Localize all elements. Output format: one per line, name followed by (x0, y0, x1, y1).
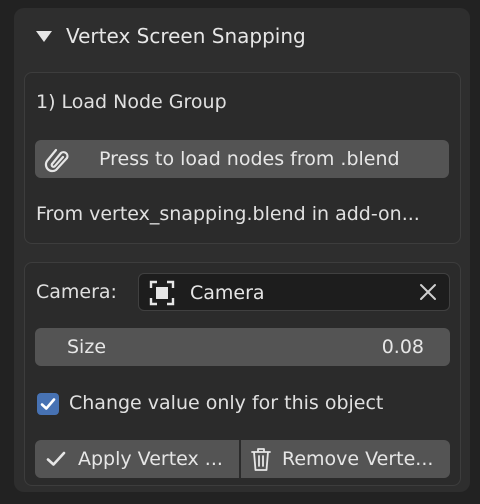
load-info-text: From vertex_snapping.blend in add-on... (36, 203, 420, 225)
apply-vertex-button[interactable]: Apply Vertex ... (35, 440, 239, 478)
load-section-heading: 1) Load Node Group (36, 91, 227, 113)
settings-box: Camera: Camera Size 0.08 Change value on… (24, 262, 461, 486)
camera-field-value: Camera (190, 282, 265, 304)
remove-vertex-button-label: Remove Verte... (282, 448, 434, 470)
change-value-checkbox-label[interactable]: Change value only for this object (69, 392, 383, 414)
size-value: 0.08 (381, 336, 424, 358)
apply-vertex-button-label: Apply Vertex ... (78, 448, 223, 470)
camera-field[interactable]: Camera (138, 273, 450, 311)
load-node-group-box: 1) Load Node Group Press to load nodes f… (24, 72, 461, 244)
camera-object-icon (149, 280, 175, 306)
panel-title: Vertex Screen Snapping (66, 24, 306, 48)
load-nodes-button[interactable]: Press to load nodes from .blend (35, 140, 449, 178)
close-x-icon[interactable] (418, 282, 438, 302)
trash-icon (251, 448, 271, 471)
size-label: Size (67, 336, 107, 358)
remove-vertex-button[interactable]: Remove Verte... (241, 440, 450, 478)
checkmark-icon (46, 451, 66, 466)
size-number-field[interactable]: Size 0.08 (35, 328, 450, 366)
panel-header[interactable]: Vertex Screen Snapping (14, 8, 470, 66)
load-nodes-button-label: Press to load nodes from .blend (99, 148, 400, 170)
paperclip-icon (44, 148, 69, 173)
change-value-checkbox[interactable] (37, 393, 59, 415)
disclosure-triangle-down-icon[interactable] (36, 31, 52, 42)
checkmark-icon (40, 398, 56, 410)
vertex-screen-snapping-panel: Vertex Screen Snapping 1) Load Node Grou… (14, 8, 470, 492)
camera-label: Camera: (36, 281, 117, 303)
